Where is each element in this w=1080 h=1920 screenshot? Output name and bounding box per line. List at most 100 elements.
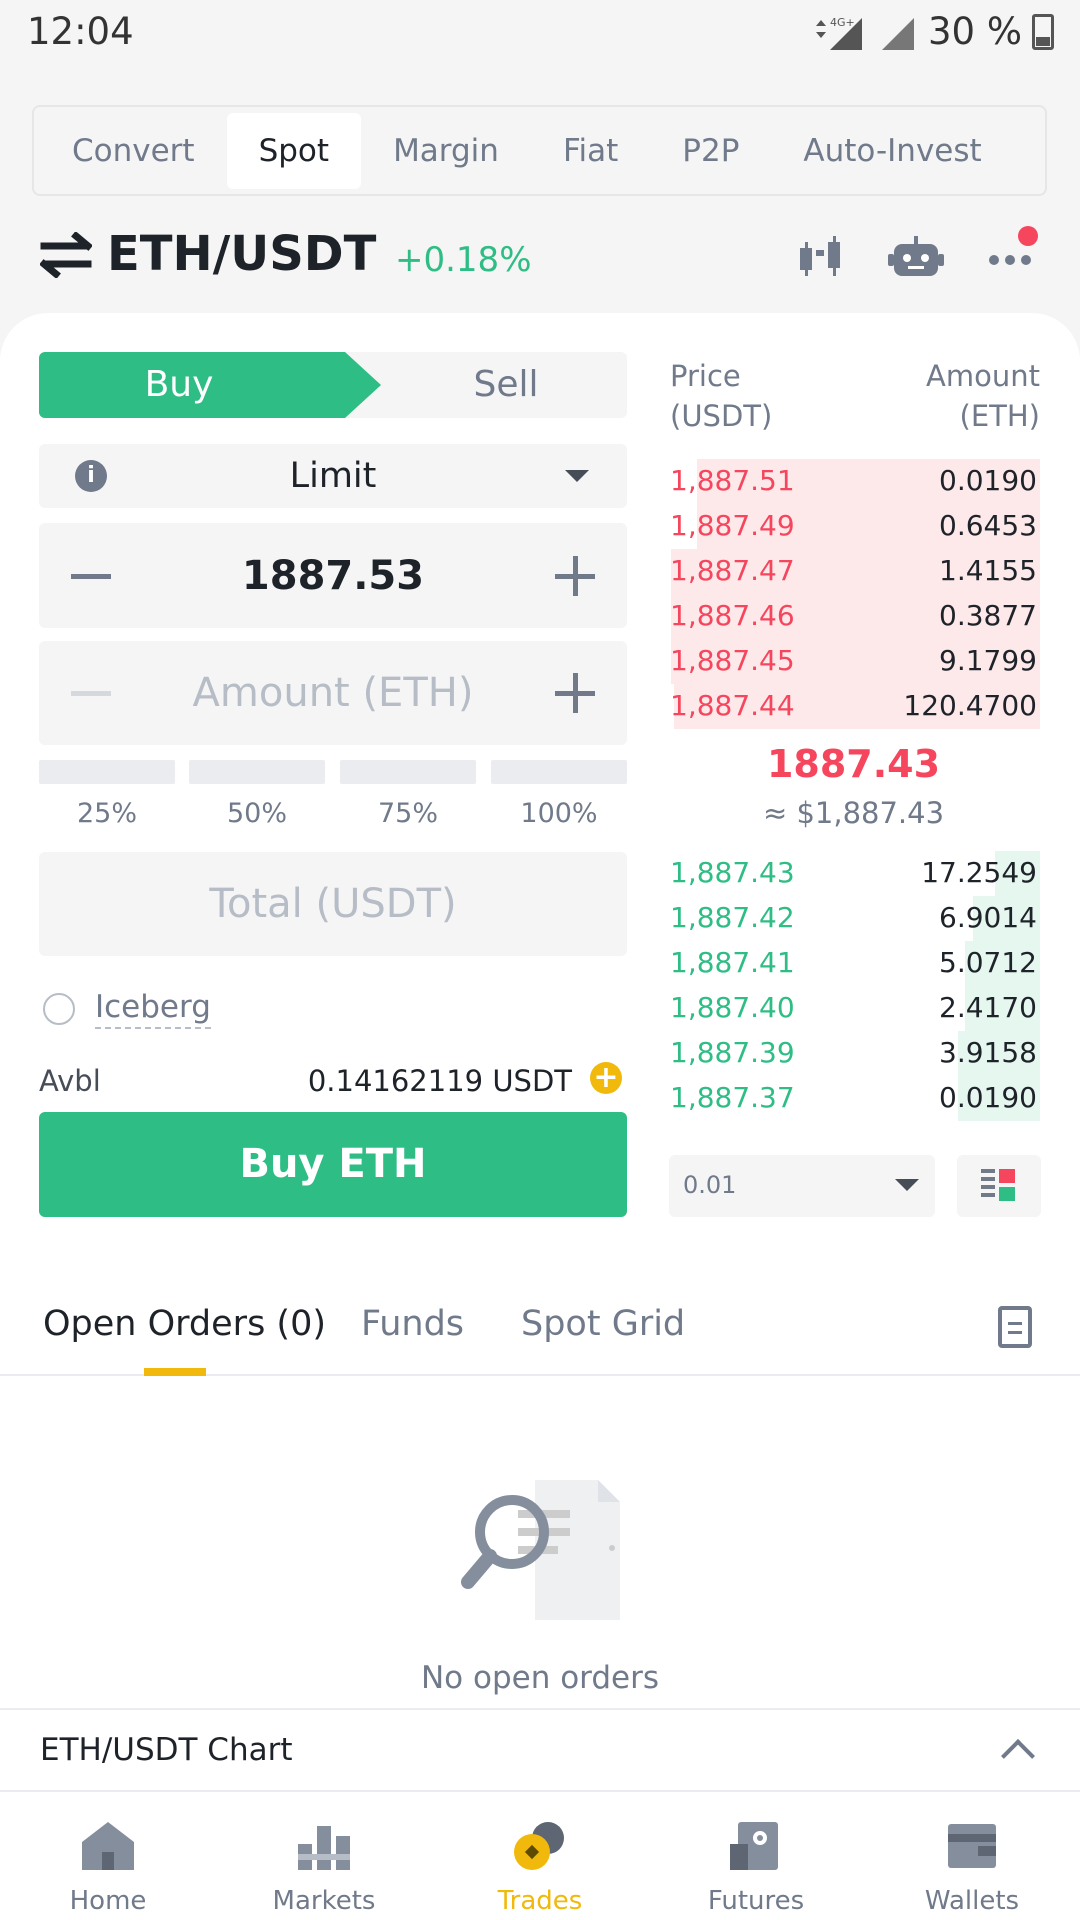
percent-label: 100% bbox=[520, 798, 598, 829]
nav-label: Wallets bbox=[924, 1886, 1020, 1916]
trading-bot-icon[interactable] bbox=[888, 236, 944, 278]
sell-tab[interactable]: Sell bbox=[345, 352, 627, 418]
price-input[interactable]: 1887.53 bbox=[39, 523, 627, 628]
add-funds-icon[interactable]: + bbox=[590, 1062, 622, 1094]
total-placeholder[interactable]: Total (USDT) bbox=[39, 881, 627, 927]
percent-100[interactable]: 100% bbox=[491, 760, 627, 829]
candlestick-chart-icon[interactable] bbox=[798, 236, 848, 278]
orderbook-price-header: Price (USDT) bbox=[670, 356, 772, 436]
bid-amount: 0.0190 bbox=[939, 1081, 1037, 1114]
nav-futures[interactable]: Futures bbox=[648, 1792, 864, 1920]
ask-price: 1,887.49 bbox=[670, 509, 795, 542]
tab-spot-grid[interactable]: Spot Grid bbox=[521, 1304, 685, 1344]
ask-amount: 9.1799 bbox=[939, 644, 1037, 677]
orderbook-bids: 1,887.43 17.2549 1,887.42 6.9014 1,887.41 5… bbox=[667, 851, 1040, 1121]
percent-bar[interactable] bbox=[189, 760, 325, 784]
percent-50[interactable]: 50% bbox=[189, 760, 325, 829]
bid-row[interactable]: 1,887.40 2.4170 bbox=[667, 986, 1040, 1031]
nav-wallets[interactable]: Wallets bbox=[864, 1792, 1080, 1920]
order-type-select[interactable]: i Limit bbox=[39, 444, 627, 508]
price-value[interactable]: 1887.53 bbox=[39, 553, 627, 599]
nav-home[interactable]: Home bbox=[0, 1792, 216, 1920]
amount-increase-button[interactable] bbox=[555, 673, 595, 713]
tab-spot[interactable]: Spot bbox=[226, 112, 362, 189]
tab-margin[interactable]: Margin bbox=[361, 113, 531, 189]
status-indicators: 4G+ 30 % bbox=[812, 10, 1054, 53]
bid-row[interactable]: 1,887.43 17.2549 bbox=[667, 851, 1040, 896]
buy-sell-toggle: Buy Sell bbox=[39, 352, 627, 418]
percent-bar[interactable] bbox=[340, 760, 476, 784]
orderbook-amount-header: Amount (ETH) bbox=[926, 356, 1040, 436]
home-icon bbox=[82, 1822, 134, 1870]
bid-row[interactable]: 1,887.39 3.9158 bbox=[667, 1031, 1040, 1076]
tab-convert[interactable]: Convert bbox=[40, 113, 227, 189]
ask-row[interactable]: 1,887.46 0.3877 bbox=[667, 594, 1040, 639]
amount-placeholder[interactable]: Amount (ETH) bbox=[39, 670, 627, 716]
status-bar: 12:04 4G+ 30 % bbox=[0, 0, 1080, 62]
tab-funds[interactable]: Funds bbox=[361, 1304, 464, 1344]
nav-label: Home bbox=[69, 1886, 147, 1916]
markets-icon bbox=[298, 1826, 350, 1870]
nav-trades[interactable]: Trades bbox=[432, 1792, 648, 1920]
total-input[interactable]: Total (USDT) bbox=[39, 852, 627, 956]
percent-selector: 25% 50% 75% 100% bbox=[39, 760, 627, 830]
chart-toggle-bar[interactable]: ETH/USDT Chart bbox=[0, 1708, 1080, 1790]
ask-amount: 0.3877 bbox=[939, 599, 1037, 632]
tab-fiat[interactable]: Fiat bbox=[531, 113, 650, 189]
percent-bar[interactable] bbox=[491, 760, 627, 784]
order-history-icon[interactable] bbox=[998, 1306, 1032, 1348]
order-type-label: Limit bbox=[289, 456, 377, 496]
bid-amount: 2.4170 bbox=[939, 991, 1037, 1024]
buy-eth-button[interactable]: Buy ETH bbox=[39, 1112, 627, 1217]
bid-price: 1,887.42 bbox=[670, 901, 795, 934]
ask-row[interactable]: 1,887.47 1.4155 bbox=[667, 549, 1040, 594]
pair-name[interactable]: ETH/USDT bbox=[107, 226, 376, 282]
no-orders-illustration-icon bbox=[461, 1480, 620, 1620]
ask-row[interactable]: 1,887.51 0.0190 bbox=[667, 459, 1040, 504]
chevron-up-icon[interactable] bbox=[1001, 1739, 1035, 1773]
orderbook-layout-icon bbox=[981, 1169, 1015, 1201]
orderbook-layout-button[interactable] bbox=[957, 1155, 1041, 1217]
ask-price: 1,887.46 bbox=[670, 599, 795, 632]
ask-row[interactable]: 1,887.49 0.6453 bbox=[667, 504, 1040, 549]
ask-row[interactable]: 1,887.45 9.1799 bbox=[667, 639, 1040, 684]
tab-open-orders[interactable]: Open Orders (0) bbox=[43, 1304, 326, 1344]
percent-bar[interactable] bbox=[39, 760, 175, 784]
caret-down-icon bbox=[895, 1179, 919, 1191]
iceberg-label[interactable]: Iceberg bbox=[95, 989, 211, 1029]
percent-25[interactable]: 25% bbox=[39, 760, 175, 829]
ask-amount: 1.4155 bbox=[939, 554, 1037, 587]
iceberg-radio[interactable] bbox=[43, 993, 75, 1025]
orderbook-asks: 1,887.51 0.0190 1,887.49 0.6453 1,887.47 1.… bbox=[667, 459, 1040, 729]
notification-dot bbox=[1018, 226, 1038, 246]
bid-row[interactable]: 1,887.42 6.9014 bbox=[667, 896, 1040, 941]
ask-price: 1,887.45 bbox=[670, 644, 795, 677]
nav-label: Futures bbox=[707, 1886, 805, 1916]
amount-header-line1: Amount bbox=[926, 359, 1040, 393]
bid-price: 1,887.37 bbox=[670, 1081, 795, 1114]
tab-p2p[interactable]: P2P bbox=[650, 113, 771, 189]
bid-row[interactable]: 1,887.37 0.0190 bbox=[667, 1076, 1040, 1121]
bid-row[interactable]: 1,887.41 5.0712 bbox=[667, 941, 1040, 986]
precision-select[interactable]: 0.01 bbox=[669, 1155, 935, 1217]
percent-75[interactable]: 75% bbox=[340, 760, 476, 829]
last-price[interactable]: 1887.43 bbox=[667, 742, 1040, 786]
ask-price: 1,887.51 bbox=[670, 464, 795, 497]
bid-amount: 6.9014 bbox=[939, 901, 1037, 934]
swap-pair-icon[interactable] bbox=[40, 232, 92, 278]
tab-auto-invest[interactable]: Auto-Invest bbox=[771, 113, 1013, 189]
ask-row[interactable]: 1,887.44 120.4700 bbox=[667, 684, 1040, 729]
svg-text:4G+: 4G+ bbox=[830, 16, 855, 29]
status-time: 12:04 bbox=[27, 10, 134, 53]
bid-price: 1,887.40 bbox=[670, 991, 795, 1024]
bid-amount: 17.2549 bbox=[921, 856, 1037, 889]
nav-markets[interactable]: Markets bbox=[216, 1792, 432, 1920]
iceberg-option[interactable]: Iceberg bbox=[43, 989, 211, 1029]
more-menu-icon[interactable] bbox=[988, 226, 1038, 278]
bid-amount: 3.9158 bbox=[939, 1036, 1037, 1069]
price-increase-button[interactable] bbox=[555, 555, 595, 596]
battery-percent: 30 % bbox=[928, 10, 1022, 53]
network-signal-icon: 4G+ bbox=[816, 16, 862, 50]
amount-input[interactable]: Amount (ETH) bbox=[39, 641, 627, 745]
buy-tab[interactable]: Buy bbox=[39, 352, 381, 418]
